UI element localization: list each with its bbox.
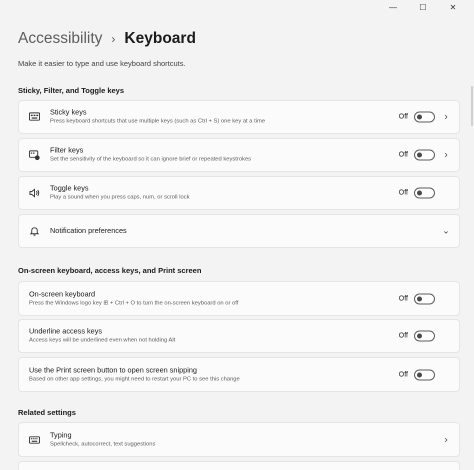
section-title-related: Related settings [18,408,76,417]
chevron-right-icon: › [444,434,448,445]
sticky-keys-description: Press keyboard shortcuts that use multip… [50,118,266,125]
underline-access-keys-state: Off [398,332,408,340]
scrollbar[interactable] [471,86,473,126]
minimize-button[interactable]: — [378,2,408,14]
window-controls: — ☐ ✕ [378,2,468,14]
filter-keys-icon [29,150,40,161]
filter-keys-card[interactable]: Filter keys Set the sensitivity of the k… [18,138,460,172]
sticky-keys-card[interactable]: Sticky keys Press keyboard shortcuts tha… [18,100,460,134]
maximize-button[interactable]: ☐ [408,2,438,14]
typing-description: Spellcheck, autocorrect, text suggestion… [50,441,156,447]
print-screen-card[interactable]: Use the Print screen button to open scre… [18,357,460,392]
close-button[interactable]: ✕ [438,2,468,14]
toggle-keys-state: Off [398,189,408,197]
next-related-card[interactable] [18,461,460,470]
sticky-keys-state: Off [398,113,408,121]
sticky-keys-title: Sticky keys [50,107,87,117]
print-screen-toggle[interactable] [414,369,435,380]
notification-preferences-card[interactable]: Notification preferences ⌄ [18,214,460,248]
print-screen-title: Use the Print screen button to open scre… [29,365,197,374]
onscreen-keyboard-state: Off [398,295,408,302]
breadcrumb: Accessibility › Keyboard [18,30,196,48]
chevron-right-icon: › [444,111,448,123]
onscreen-keyboard-title: On-screen keyboard [29,289,96,298]
page-subtitle: Make it easier to type and use keyboard … [18,59,186,68]
typing-card[interactable]: Typing Spellcheck, autocorrect, text sug… [18,422,460,457]
filter-keys-toggle[interactable] [414,149,435,161]
print-screen-description: Based on other app settings, you might n… [29,376,240,382]
notification-preferences-title: Notification preferences [50,226,127,235]
chevron-down-icon[interactable]: ⌄ [441,226,451,237]
toggle-keys-card[interactable]: Toggle keys Play a sound when you press … [18,176,460,210]
typing-title: Typing [50,430,72,439]
print-screen-state: Off [398,371,408,378]
onscreen-keyboard-card[interactable]: On-screen keyboard Press the Windows log… [18,281,460,316]
section-title-onscreen: On-screen keyboard, access keys, and Pri… [18,266,202,275]
bell-icon [29,227,40,236]
chevron-right-icon: › [444,149,448,161]
filter-keys-title: Filter keys [50,145,84,155]
toggle-keys-title: Toggle keys [50,183,89,193]
sticky-keys-toggle[interactable] [414,111,435,123]
breadcrumb-accessibility[interactable]: Accessibility [18,30,102,48]
filter-keys-state: Off [398,151,408,159]
toggle-keys-description: Play a sound when you press caps, num, o… [50,194,190,201]
filter-keys-description: Set the sensitivity of the keyboard so i… [50,156,252,163]
onscreen-keyboard-description: Press the Windows logo key ⊞ + Ctrl + O … [29,300,239,306]
breadcrumb-separator: › [111,32,116,46]
keyboard-icon [29,435,40,444]
section-title-sticky-filter-toggle: Sticky, Filter, and Toggle keys [18,86,125,95]
sticky-keys-icon [29,112,40,121]
speaker-icon [29,188,40,198]
page-title: Keyboard [124,30,196,47]
underline-access-keys-card[interactable]: Underline access keys Access keys will b… [18,319,460,353]
underline-access-keys-toggle[interactable] [414,330,435,342]
underline-access-keys-description: Access keys will be underlined even when… [29,337,176,344]
toggle-keys-toggle[interactable] [414,187,435,199]
underline-access-keys-title: Underline access keys [29,326,103,336]
onscreen-keyboard-toggle[interactable] [414,293,435,304]
